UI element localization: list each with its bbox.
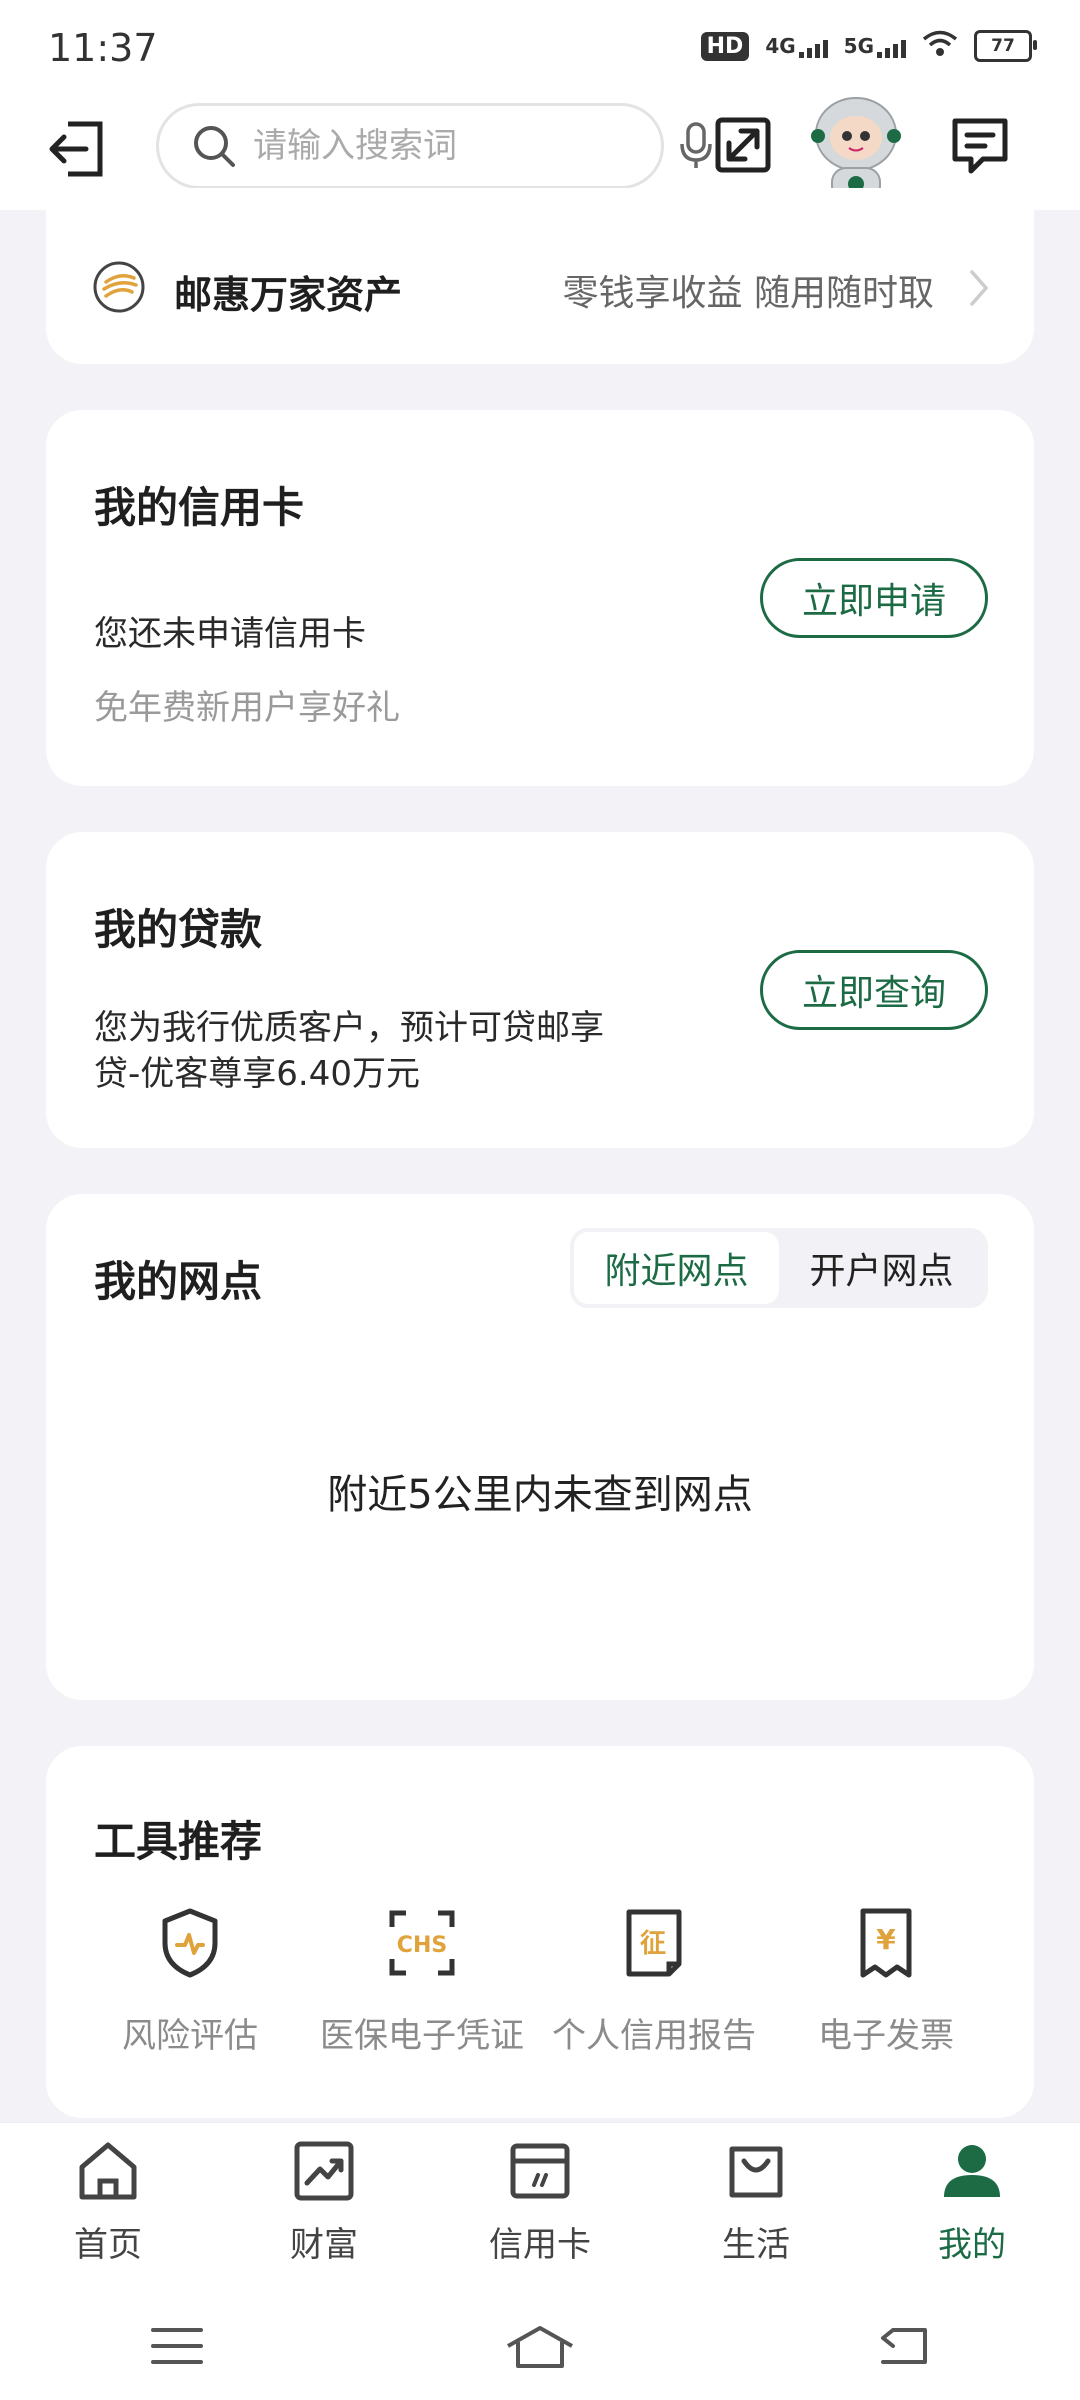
- tool-label: 风险评估: [122, 2016, 258, 2056]
- loan-section: 我的贷款 您为我行优质客户，预计可贷邮享 贷-优客尊享6.40万元 立即查询: [46, 832, 1034, 1148]
- net-5g-label: 5G: [843, 34, 874, 58]
- invoice-icon-text: ¥: [876, 1923, 896, 1956]
- tool-risk-assessment[interactable]: 风险评估: [74, 1900, 306, 2057]
- loan-title: 我的贷款: [94, 905, 263, 954]
- apply-credit-card-button[interactable]: 立即申请: [760, 558, 988, 638]
- tab-label: 生活: [722, 2225, 790, 2265]
- branch-tab-switch: 附近网点 开户网点: [570, 1228, 988, 1308]
- tool-credit-report[interactable]: 征 个人信用报告: [538, 1900, 770, 2057]
- chs-icon-text: CHS: [397, 1933, 447, 1958]
- branch-section: 我的网点 附近网点 开户网点 附近5公里内未查到网点: [46, 1194, 1034, 1700]
- check-loan-button[interactable]: 立即查询: [760, 950, 988, 1030]
- credit-card-section: 我的信用卡 您还未申请信用卡 免年费新用户享好礼 立即申请: [46, 410, 1034, 786]
- branch-title: 我的网点: [94, 1257, 263, 1306]
- message-icon[interactable]: [948, 114, 1012, 178]
- chs-icon: CHS: [388, 1900, 456, 1986]
- battery-icon: 77: [974, 30, 1037, 62]
- status-icons: HD 4G 5G 77: [700, 30, 1037, 62]
- credit-report-icon: 征: [623, 1900, 685, 1986]
- tab-account-branch[interactable]: 开户网点: [779, 1232, 984, 1304]
- credit-report-icon-text: 征: [640, 1929, 666, 1959]
- chevron-right-icon: [968, 268, 990, 312]
- battery-level: 77: [991, 36, 1015, 56]
- hd-icon: HD: [700, 31, 750, 61]
- tools-section: 工具推荐 风险评估 CHS 医保电子凭证 征 个人信用报告 ¥ 电子发票: [46, 1746, 1034, 2118]
- net-4g-label: 4G: [765, 34, 796, 58]
- tab-wealth[interactable]: 财富: [216, 2123, 432, 2297]
- status-time: 11:37: [48, 26, 158, 70]
- asset-subtitle: 零钱享收益 随用随时取: [562, 273, 934, 314]
- tool-e-invoice[interactable]: ¥ 电子发票: [770, 1900, 1002, 2057]
- loan-desc-line2: 贷-优客尊享6.40万元: [94, 1054, 420, 1094]
- search-input[interactable]: [251, 125, 679, 167]
- tab-home[interactable]: 首页: [0, 2123, 216, 2297]
- credit-card-icon: [508, 2139, 572, 2207]
- home-icon: [76, 2139, 140, 2207]
- nav-home-icon[interactable]: [504, 2322, 576, 2374]
- tab-label: 信用卡: [489, 2225, 591, 2265]
- tab-mine[interactable]: 我的: [864, 2123, 1080, 2297]
- tool-label: 医保电子凭证: [320, 2016, 524, 2056]
- signal-4g-icon: 4G: [765, 34, 828, 58]
- menu-icon[interactable]: [149, 2324, 205, 2372]
- tab-label: 财富: [290, 2225, 358, 2265]
- system-nav-bar: [0, 2296, 1080, 2400]
- tools-title: 工具推荐: [94, 1817, 263, 1866]
- credit-card-promo: 免年费新用户享好礼: [94, 688, 400, 728]
- search-bar[interactable]: [156, 103, 712, 189]
- tool-label: 电子发票: [818, 2016, 954, 2056]
- signal-5g-icon: 5G: [844, 34, 906, 58]
- wifi-icon: [922, 30, 958, 62]
- tool-label: 个人信用报告: [552, 2016, 756, 2056]
- microphone-icon[interactable]: [679, 122, 713, 170]
- branch-empty-message: 附近5公里内未查到网点: [327, 1472, 753, 1518]
- credit-card-title: 我的信用卡: [94, 483, 305, 532]
- tab-nearby-branches[interactable]: 附近网点: [574, 1232, 779, 1304]
- loan-desc-line1: 您为我行优质客户，预计可贷邮享: [94, 1008, 604, 1048]
- invoice-icon: ¥: [857, 1900, 915, 1986]
- exit-icon[interactable]: [44, 116, 110, 182]
- bottom-tab-bar: 首页 财富 信用卡 生活 我的: [0, 2122, 1080, 2297]
- user-icon: [940, 2139, 1004, 2207]
- tab-label: 我的: [938, 2225, 1006, 2265]
- tab-label: 首页: [74, 2225, 142, 2265]
- tool-medical-insurance[interactable]: CHS 医保电子凭证: [306, 1900, 538, 2057]
- tab-credit-card[interactable]: 信用卡: [432, 2123, 648, 2297]
- asset-logo-icon: [92, 260, 146, 318]
- credit-card-status: 您还未申请信用卡: [94, 614, 366, 654]
- shopping-bag-icon: [724, 2139, 788, 2207]
- top-bar: 11:37 HD 4G 5G 77: [0, 0, 1080, 210]
- shield-icon: [159, 1900, 221, 1986]
- asset-card[interactable]: 邮惠万家资产 零钱享收益 随用随时取: [46, 188, 1034, 364]
- tools-grid: 风险评估 CHS 医保电子凭证 征 个人信用报告 ¥ 电子发票: [74, 1900, 1062, 2057]
- search-icon: [191, 123, 237, 169]
- back-icon[interactable]: [875, 2324, 931, 2372]
- asset-title: 邮惠万家资产: [174, 273, 403, 317]
- expand-icon[interactable]: [712, 114, 774, 176]
- tab-life[interactable]: 生活: [648, 2123, 864, 2297]
- wealth-icon: [292, 2139, 356, 2207]
